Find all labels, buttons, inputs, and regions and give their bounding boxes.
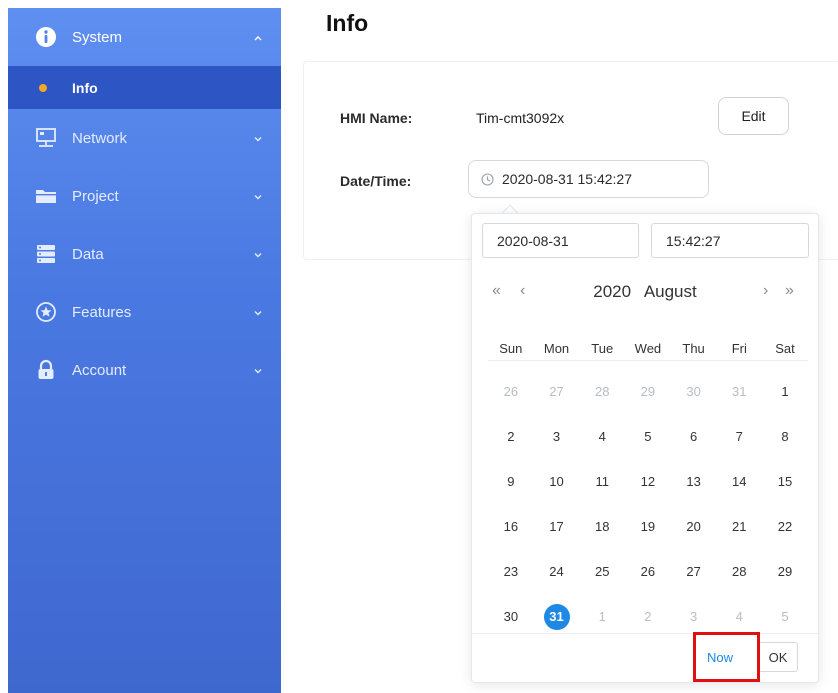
calendar-week: 23 24 25 26 27 28 29 (488, 549, 808, 594)
database-icon (34, 242, 58, 266)
calendar-day[interactable]: 8 (762, 414, 808, 459)
calendar-day[interactable]: 20 (671, 504, 717, 549)
calendar-week: 26 27 28 29 30 31 1 (488, 369, 808, 414)
calendar-day[interactable]: 3 (534, 414, 580, 459)
sidebar: System Info Network Project Data Feature… (8, 8, 281, 693)
calendar-day[interactable]: 15 (762, 459, 808, 504)
calendar-day[interactable]: 16 (488, 504, 534, 549)
selected-day-label: 31 (543, 603, 570, 630)
picker-date-input[interactable] (482, 223, 639, 258)
highlight-box (693, 632, 760, 682)
calendar-day[interactable]: 2 (488, 414, 534, 459)
next-year-icon[interactable]: » (785, 282, 794, 300)
sidebar-item-label: Project (72, 187, 119, 205)
sidebar-item-network[interactable]: Network (8, 109, 281, 167)
calendar-day[interactable]: 4 (579, 414, 625, 459)
sidebar-item-label: System (72, 28, 123, 46)
chevron-down-icon (252, 132, 264, 144)
date-picker-popup: 2020 August « ‹ › » Sun Mon Tue Wed Thu … (471, 213, 819, 683)
hmi-name-value: Tim-cmt3092x (476, 110, 565, 126)
sidebar-item-info[interactable]: Info (8, 66, 281, 109)
prev-year-icon[interactable]: « (492, 282, 501, 300)
calendar-day[interactable]: 26 (488, 369, 534, 414)
sidebar-item-label: Info (72, 79, 98, 96)
calendar-day[interactable]: 28 (716, 549, 762, 594)
calendar-day[interactable]: 27 (671, 549, 717, 594)
picker-year[interactable]: 2020 (593, 282, 631, 301)
weekday-header: Mon (543, 340, 570, 356)
calendar-day[interactable]: 30 (671, 369, 717, 414)
datetime-input[interactable]: 2020-08-31 15:42:27 (468, 160, 709, 198)
calendar-day[interactable]: 31 (716, 369, 762, 414)
chevron-down-icon (252, 190, 264, 202)
next-month-icon[interactable]: › (763, 282, 768, 300)
calendar-week: 2 3 4 5 6 7 8 (488, 414, 808, 459)
picker-footer: Now OK (472, 633, 818, 682)
chevron-down-icon (252, 306, 264, 318)
sidebar-item-project[interactable]: Project (8, 167, 281, 225)
sidebar-item-features[interactable]: Features (8, 283, 281, 341)
weekday-header: Tue (591, 340, 614, 356)
calendar-grid: Sun Mon Tue Wed Thu Fri Sat 26 27 28 29 … (488, 336, 808, 639)
lock-icon (34, 358, 58, 382)
datetime-value: 2020-08-31 15:42:27 (502, 171, 632, 187)
active-dot-icon (39, 83, 47, 92)
calendar-day[interactable]: 17 (534, 504, 580, 549)
calendar-day[interactable]: 22 (762, 504, 808, 549)
weekday-header: Thu (682, 340, 705, 356)
calendar-week: 16 17 18 19 20 21 22 (488, 504, 808, 549)
calendar-day[interactable]: 23 (488, 549, 534, 594)
folder-icon (34, 184, 58, 208)
weekday-header: Wed (634, 340, 662, 356)
info-circle-icon (34, 25, 58, 49)
calendar-day[interactable]: 29 (625, 369, 671, 414)
sidebar-item-label: Account (72, 361, 127, 379)
sidebar-item-data[interactable]: Data (8, 225, 281, 283)
weekday-header: Sat (775, 340, 795, 356)
calendar-day[interactable]: 10 (534, 459, 580, 504)
calendar-day[interactable]: 29 (762, 549, 808, 594)
calendar-day[interactable]: 28 (579, 369, 625, 414)
calendar-week: 9 10 11 12 13 14 15 (488, 459, 808, 504)
chevron-down-icon (252, 364, 264, 376)
calendar-day[interactable]: 6 (671, 414, 717, 459)
sidebar-item-label: Network (72, 129, 128, 147)
page-title: Info (326, 10, 369, 36)
calendar-day[interactable]: 1 (762, 369, 808, 414)
edit-button[interactable]: Edit (718, 97, 789, 135)
calendar-day[interactable]: 27 (534, 369, 580, 414)
calendar-day[interactable]: 19 (625, 504, 671, 549)
ok-button[interactable]: OK (758, 642, 798, 672)
clock-icon (481, 172, 494, 186)
calendar-day[interactable]: 25 (579, 549, 625, 594)
calendar-day[interactable]: 11 (579, 459, 625, 504)
calendar-day[interactable]: 14 (716, 459, 762, 504)
weekday-header: Sun (499, 340, 523, 356)
sidebar-item-label: Features (72, 303, 132, 321)
sidebar-item-account[interactable]: Account (8, 341, 281, 399)
calendar-day[interactable]: 13 (671, 459, 717, 504)
hmi-name-label: HMI Name: (340, 110, 413, 126)
prev-month-icon[interactable]: ‹ (520, 282, 525, 300)
weekday-header: Fri (731, 340, 747, 356)
star-circle-icon (34, 300, 58, 324)
network-icon (34, 126, 58, 150)
chevron-down-icon (252, 248, 264, 260)
calendar-day[interactable]: 5 (625, 414, 671, 459)
sidebar-item-label: Data (72, 245, 104, 263)
datetime-label: Date/Time: (340, 173, 412, 189)
chevron-up-icon (252, 31, 264, 43)
calendar-day[interactable]: 12 (625, 459, 671, 504)
sidebar-item-system[interactable]: System (8, 8, 281, 66)
calendar-day[interactable]: 24 (534, 549, 580, 594)
calendar-day[interactable]: 21 (716, 504, 762, 549)
calendar-day[interactable]: 18 (579, 504, 625, 549)
calendar-day[interactable]: 26 (625, 549, 671, 594)
calendar-day[interactable]: 7 (716, 414, 762, 459)
picker-month[interactable]: August (644, 282, 697, 301)
picker-time-input[interactable] (651, 223, 809, 258)
calendar-day[interactable]: 9 (488, 459, 534, 504)
